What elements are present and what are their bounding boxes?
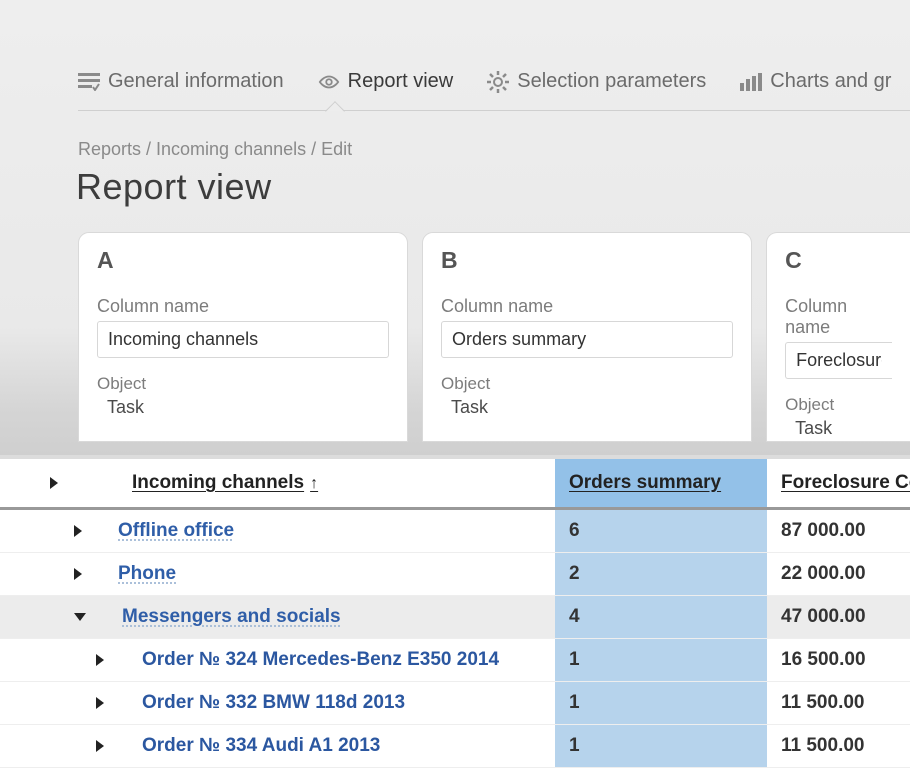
row-label-link[interactable]: Order № 324 Mercedes-Benz E350 2014 (142, 649, 499, 671)
tab-selection-parameters[interactable]: Selection parameters (487, 70, 706, 93)
column-name-input[interactable] (441, 321, 733, 358)
orders-cell: 4 (555, 596, 767, 638)
table-row: Order № 324 Mercedes-Benz E350 2014 116 5… (0, 639, 910, 682)
cost-cell: 22 000.00 (767, 563, 910, 585)
column-name-input[interactable] (97, 321, 389, 358)
expand-all-icon[interactable] (50, 477, 58, 489)
row-label-link[interactable]: Offline office (118, 520, 234, 542)
object-label: Object (97, 374, 389, 394)
gear-icon (487, 72, 509, 92)
chevron-down-icon[interactable] (74, 613, 86, 621)
eye-icon (318, 72, 340, 92)
orders-cell: 2 (555, 553, 767, 595)
column-letter: A (97, 247, 389, 274)
orders-cell: 1 (555, 639, 767, 681)
column-letter: C (785, 247, 892, 274)
page-title: Report view (0, 160, 910, 208)
column-letter: B (441, 247, 733, 274)
column-card-c: C Column name Object Task (766, 232, 910, 442)
table-row: Offline office 687 000.00 (0, 510, 910, 553)
cost-cell: 11 500.00 (767, 692, 910, 714)
tab-divider (78, 110, 910, 111)
table-row: Order № 334 Audi A1 2013 111 500.00 (0, 725, 910, 768)
object-label: Object (785, 395, 892, 415)
column-name-label: Column name (441, 296, 733, 317)
column-card-b: B Column name Object Task (422, 232, 752, 442)
column-card-a: A Column name Object Task (78, 232, 408, 442)
row-label-link[interactable]: Order № 332 BMW 118d 2013 (142, 692, 405, 714)
bar-chart-icon (740, 72, 762, 92)
form-icon (78, 72, 100, 92)
breadcrumb: Reports / Incoming channels / Edit (0, 93, 910, 160)
row-label-link[interactable]: Order № 334 Audi A1 2013 (142, 735, 380, 757)
table-body: Offline office 687 000.00 Phone 222 000.00 M… (0, 510, 910, 768)
chevron-right-icon[interactable] (96, 654, 104, 666)
tab-label: General information (108, 70, 284, 93)
object-label: Object (441, 374, 733, 394)
row-label-link[interactable]: Phone (118, 563, 176, 585)
tab-label: Report view (348, 70, 454, 93)
orders-cell: 6 (555, 510, 767, 552)
cost-cell: 47 000.00 (767, 606, 910, 628)
cost-cell: 16 500.00 (767, 649, 910, 671)
table-row: Phone 222 000.00 (0, 553, 910, 596)
chevron-right-icon[interactable] (74, 525, 82, 537)
object-value: Task (785, 418, 892, 439)
chevron-right-icon[interactable] (96, 697, 104, 709)
object-value: Task (441, 397, 733, 418)
col-header-incoming[interactable]: Incoming channels↑ (132, 472, 318, 494)
tab-report-view[interactable]: Report view (318, 70, 454, 93)
column-cards: A Column name Object Task B Column name … (0, 208, 910, 442)
col-header-orders[interactable]: Orders summary (569, 472, 721, 494)
orders-cell: 1 (555, 682, 767, 724)
tab-label: Selection parameters (517, 70, 706, 93)
table-row: Order № 332 BMW 118d 2013 111 500.00 (0, 682, 910, 725)
col-header-cost[interactable]: Foreclosure Co (781, 472, 910, 494)
tab-bar: General information Report view Selectio… (0, 0, 910, 93)
cost-cell: 11 500.00 (767, 735, 910, 757)
chevron-right-icon[interactable] (96, 740, 104, 752)
tab-label: Charts and gr (770, 70, 891, 93)
tab-general-information[interactable]: General information (78, 70, 284, 93)
orders-cell: 1 (555, 725, 767, 767)
cost-cell: 87 000.00 (767, 520, 910, 542)
object-value: Task (97, 397, 389, 418)
tab-charts-graphs[interactable]: Charts and gr (740, 70, 891, 93)
table-row: Messengers and socials 447 000.00 (0, 596, 910, 639)
chevron-right-icon[interactable] (74, 568, 82, 580)
column-name-label: Column name (97, 296, 389, 317)
column-name-input[interactable] (785, 342, 892, 379)
table-header-row: Incoming channels↑ Orders summary Forecl… (0, 455, 910, 510)
row-label-link[interactable]: Messengers and socials (122, 606, 341, 628)
sort-asc-icon: ↑ (310, 475, 318, 492)
column-name-label: Column name (785, 296, 892, 338)
